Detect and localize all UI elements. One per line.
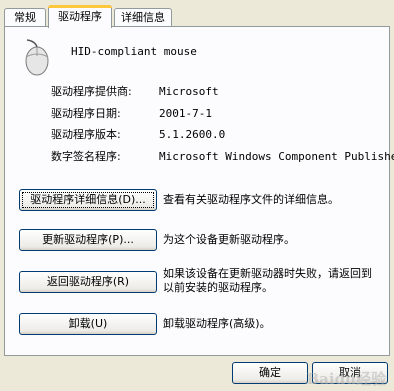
driver-panel: HID-compliant mouse 驱动程序提供商: Microsoft 驱… <box>4 26 394 356</box>
tab-strip: 常规 驱动程序 详细信息 <box>0 4 394 28</box>
info-label: 驱动程序日期: <box>51 107 121 120</box>
uninstall-button[interactable]: 卸载(U) <box>19 313 157 335</box>
tab-details[interactable]: 详细信息 <box>114 8 172 27</box>
info-value: 5.1.2600.0 <box>159 128 226 141</box>
device-name: HID-compliant mouse <box>71 45 197 58</box>
info-value: Microsoft Windows Component Publisher <box>159 150 394 163</box>
info-label: 驱动程序版本: <box>51 128 121 141</box>
info-label: 驱动程序提供商: <box>51 85 132 98</box>
update-driver-description: 为这个设备更新驱动程序。 <box>163 233 295 246</box>
info-value: 2001-7-1 <box>159 107 212 120</box>
ok-button[interactable]: 确定 <box>232 362 308 384</box>
info-value: Microsoft <box>159 85 219 98</box>
rollback-driver-button[interactable]: 返回驱动程序(R) <box>19 271 157 293</box>
driver-details-description: 查看有关驱动程序文件的详细信息。 <box>163 193 339 206</box>
rollback-driver-description: 如果该设备在更新驱动器时失败，请返回到以前安装的驱动程序。 <box>163 267 372 294</box>
driver-details-button[interactable]: 驱动程序详细信息(D)... <box>19 189 157 211</box>
tab-driver[interactable]: 驱动程序 <box>48 5 112 28</box>
tab-general[interactable]: 常规 <box>4 8 46 27</box>
update-driver-button[interactable]: 更新驱动程序(P)... <box>19 229 157 251</box>
mouse-icon <box>25 39 49 76</box>
watermark-logo: Baidu经验 <box>306 370 387 388</box>
info-label: 数字签名程序: <box>51 150 121 163</box>
uninstall-description: 卸载驱动程序(高级)。 <box>163 317 271 330</box>
